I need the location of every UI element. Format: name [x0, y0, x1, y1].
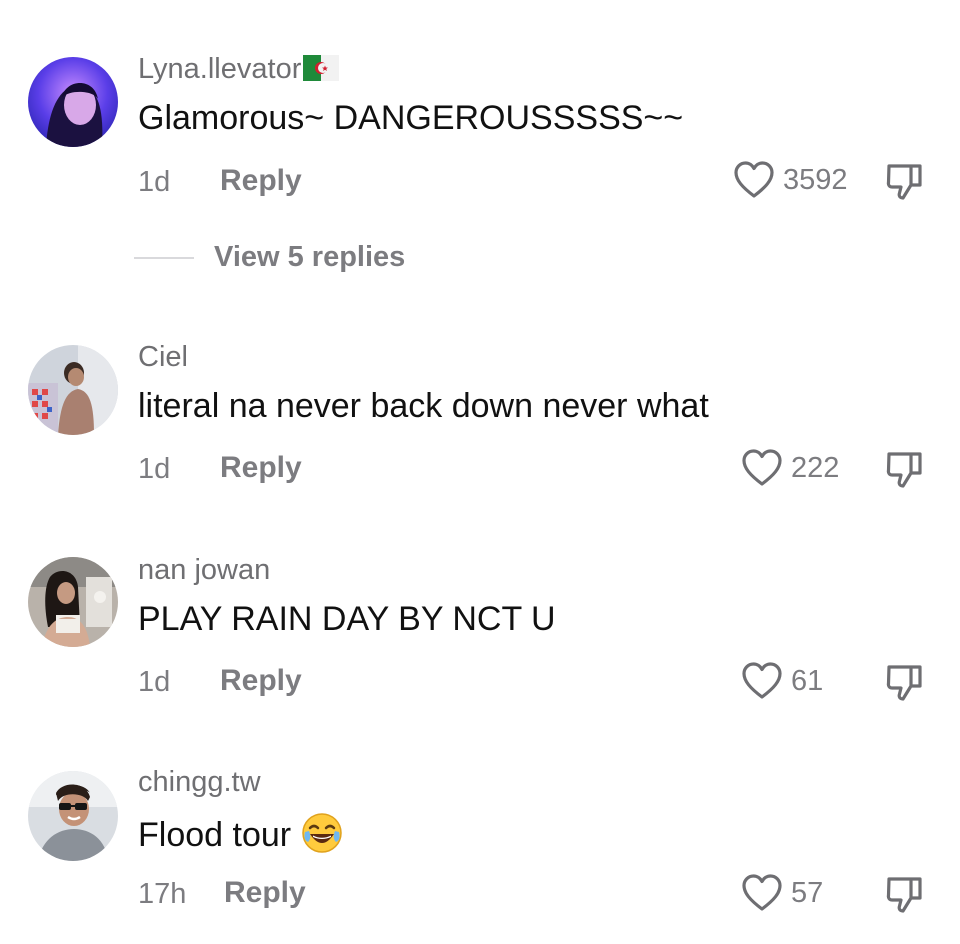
algeria-flag-icon	[303, 55, 340, 87]
like-count: 57	[791, 876, 824, 909]
tears-of-joy-emoji-icon	[301, 812, 343, 860]
like-button[interactable]: 222	[741, 448, 839, 488]
divider	[134, 256, 194, 259]
dislike-button[interactable]	[884, 449, 926, 491]
thumbs-down-icon	[886, 877, 922, 913]
avatar[interactable]	[28, 771, 118, 861]
view-replies-label: View 5 replies	[214, 241, 406, 273]
avatar[interactable]	[28, 345, 118, 435]
username[interactable]: chingg.tw	[138, 768, 261, 797]
reply-button[interactable]: Reply	[220, 453, 302, 483]
comment-text: Flood tour	[138, 812, 343, 860]
thumbs-down-icon	[886, 452, 922, 488]
like-button[interactable]: 57	[741, 873, 823, 913]
avatar[interactable]	[28, 57, 118, 147]
comment-time: 1d	[138, 453, 171, 485]
like-count: 3592	[783, 163, 848, 196]
heart-icon	[734, 161, 774, 198]
heart-icon	[742, 662, 782, 699]
thumbs-down-icon	[886, 665, 922, 701]
thumbs-down-icon	[886, 164, 922, 200]
dislike-button[interactable]	[884, 874, 926, 916]
dislike-button[interactable]	[884, 662, 926, 704]
dislike-button[interactable]	[884, 161, 926, 203]
reply-button[interactable]: Reply	[220, 666, 302, 696]
username-text: Lyna.llevator	[138, 53, 302, 85]
comment-text: PLAY RAIN DAY BY NCT U	[138, 600, 556, 638]
comment-time: 17h	[138, 878, 187, 910]
heart-icon	[742, 874, 782, 911]
avatar[interactable]	[28, 557, 118, 647]
reply-button[interactable]: Reply	[220, 166, 302, 196]
view-replies-button[interactable]: View 5 replies	[134, 243, 405, 272]
reply-button[interactable]: Reply	[224, 878, 306, 908]
comment-text-content: Flood tour	[138, 816, 292, 854]
like-count: 61	[791, 664, 824, 697]
comment-time: 1d	[138, 166, 171, 198]
comment-time: 1d	[138, 666, 171, 698]
username[interactable]: nan jowan	[138, 556, 270, 585]
like-button[interactable]: 61	[741, 661, 823, 701]
like-button[interactable]: 3592	[733, 160, 848, 200]
comment-text: literal na never back down never what	[138, 387, 709, 425]
username[interactable]: Lyna.llevator	[138, 53, 340, 87]
heart-icon	[742, 449, 782, 486]
comment-text: Glamorous~ DANGEROUSSSSS~~	[138, 99, 684, 137]
username[interactable]: Ciel	[138, 343, 188, 372]
like-count: 222	[791, 451, 840, 484]
